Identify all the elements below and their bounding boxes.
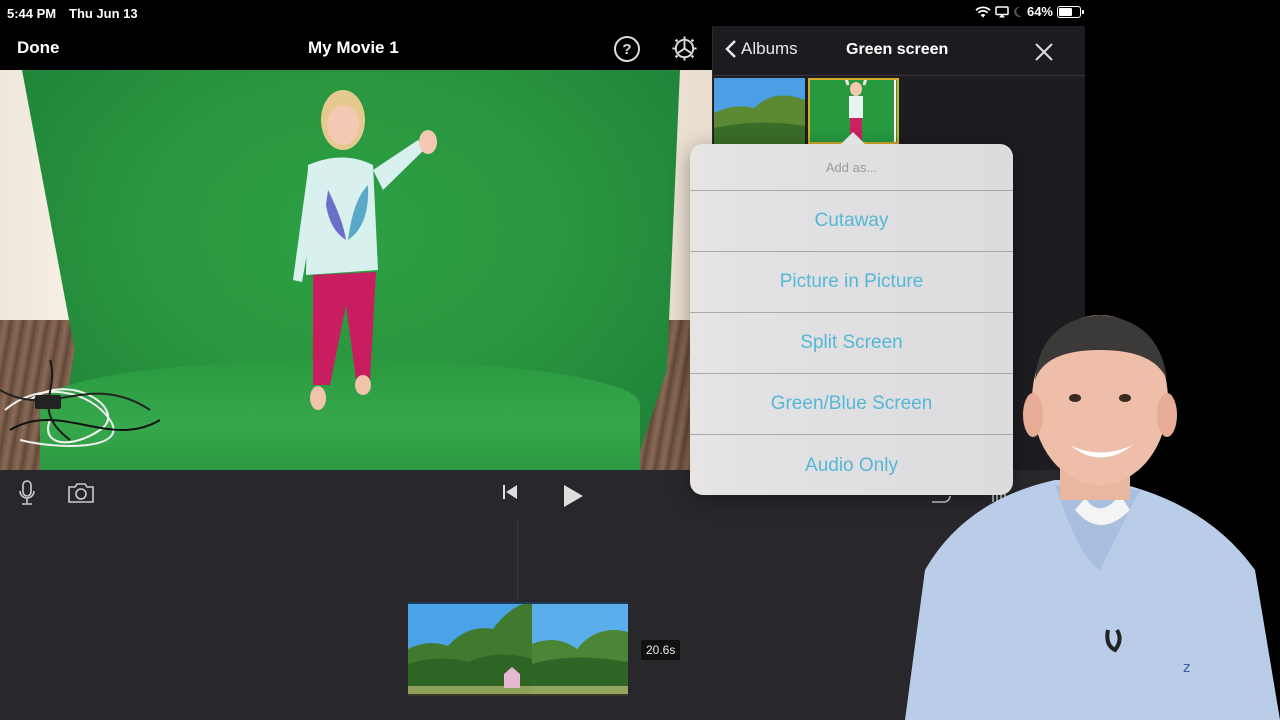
timeline-playhead[interactable] [517,520,518,600]
timeline-clip[interactable] [408,602,628,696]
clip-duration-badge: 20.6s [641,640,681,660]
battery-percent: 64% [1026,4,1053,19]
gear-icon[interactable] [671,35,698,62]
status-bar: 5:44 PM Thu Jun 13 64% [0,0,1085,26]
battery-level-fill [1059,7,1072,16]
album-title: Green screen [846,41,949,58]
battery-icon [1057,5,1084,18]
albums-back-button[interactable]: Albums [725,39,798,59]
option-picture-in-picture[interactable]: Picture in Picture [690,252,1013,313]
girl-subject [293,90,437,410]
airplay-icon [995,5,1009,17]
camera-icon[interactable] [67,482,95,504]
video-viewer[interactable] [0,70,712,470]
skip-to-start-icon[interactable] [502,484,518,500]
microphone-icon[interactable] [18,480,36,506]
done-button[interactable]: Done [17,38,60,58]
project-title: My Movie 1 [308,38,399,57]
clip-frame [408,604,532,694]
do-not-disturb-moon-icon [1014,6,1022,17]
question-mark-circle-icon: ? [622,40,632,58]
status-right: 64% [975,4,1084,19]
chevron-left-icon [725,40,736,58]
status-date: Thu Jun 13 [69,6,138,21]
media-browser-header: Albums Green screen [713,26,1085,76]
help-button[interactable]: ? [614,36,640,62]
close-x-icon[interactable] [1033,41,1055,63]
media-thumbnail[interactable] [714,78,805,144]
svg-text:z: z [1183,660,1190,676]
clip-frame [532,604,628,694]
status-time: 5:44 PM [7,6,57,21]
popover-heading: Add as... [690,144,1013,191]
floor-cables [0,359,160,447]
presenter-video-overlay: z [905,315,1280,720]
play-icon[interactable] [562,484,584,508]
option-cutaway[interactable]: Cutaway [690,191,1013,252]
wifi-icon [975,5,991,17]
top-navigation-bar: Done My Movie 1 ? [0,26,712,70]
albums-back-label: Albums [741,39,798,58]
